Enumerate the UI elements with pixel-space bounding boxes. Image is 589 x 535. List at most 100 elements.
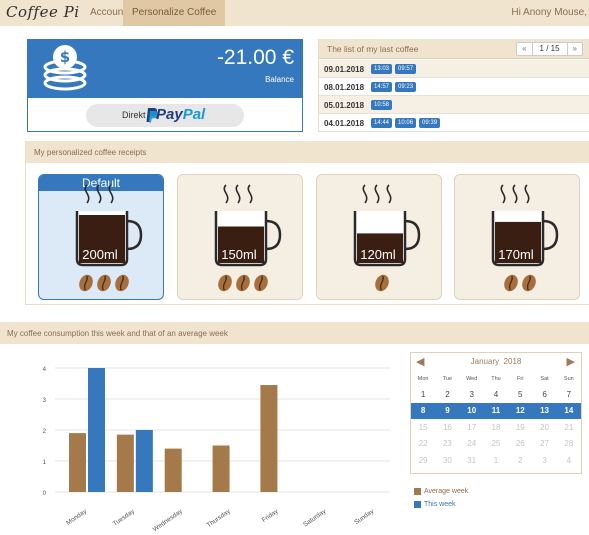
calendar-day[interactable]: 26 (508, 439, 532, 448)
chart-y-tick: 1 (43, 460, 47, 466)
calendar-day[interactable]: 4 (557, 456, 581, 465)
chart-y-tick: 0 (43, 491, 47, 497)
calendar-day[interactable]: 9 (435, 406, 459, 415)
coffee-list-row: 04.01.2018 14:44 10:06 09:39 (319, 114, 589, 132)
calendar-header: ◀ January 2018 ▶ (411, 353, 581, 370)
calendar-day[interactable]: 15 (411, 423, 435, 432)
coffee-times: 14:57 09:23 (371, 82, 417, 92)
calendar-day[interactable]: 24 (460, 439, 484, 448)
calendar-day[interactable]: 21 (557, 423, 581, 432)
coffee-bean-icon (375, 274, 389, 292)
calendar-day[interactable]: 23 (435, 439, 459, 448)
time-badge: 13:03 (371, 64, 393, 74)
chart-x-tick: Saturday (302, 507, 328, 528)
legend-this-week: This week (414, 501, 468, 508)
chart-x-tick: Tuesday (112, 507, 137, 527)
calendar-day[interactable]: 13 (532, 406, 556, 415)
calendar-week[interactable]: 1234567 (411, 386, 581, 403)
time-badge: 09:23 (395, 82, 417, 92)
calendar-day[interactable]: 14 (557, 406, 581, 415)
calendar-day[interactable]: 7 (557, 390, 581, 399)
chart-x-tick: Thursday (205, 507, 232, 529)
time-badge: 09:39 (419, 118, 441, 128)
calendar-next-icon[interactable]: ▶ (567, 355, 575, 368)
calendar-day[interactable]: 10 (460, 406, 484, 415)
calendar-day[interactable]: 19 (508, 423, 532, 432)
calendar-day[interactable]: 22 (411, 439, 435, 448)
calendar-weekday: Fri (517, 376, 524, 382)
coffee-times: 13:03 09:57 (371, 64, 417, 74)
chart-bar (69, 433, 86, 492)
chart-bar (135, 430, 153, 492)
calendar-week[interactable]: 29 30 31 1 2 3 4 (411, 452, 581, 469)
coffee-receipt-card[interactable]: Default 200ml (38, 174, 164, 300)
calendar-day[interactable]: 25 (484, 439, 508, 448)
calendar-day[interactable]: 27 (532, 439, 556, 448)
legend-average-swatch (414, 488, 421, 495)
calendar-day[interactable]: 29 (411, 456, 435, 465)
coffee-times: 10:58 (371, 100, 393, 110)
user-greeting[interactable]: Hi Anony Mouse, (503, 0, 589, 26)
calendar-weekday-row: Mon Tue Wed Thu Fri Sat Sun (411, 372, 581, 386)
calendar-grid: Mon Tue Wed Thu Fri Sat Sun 1 2 3 4 5 6 7 8 9 10 11 12 13 14… (411, 372, 581, 469)
coffee-date: 04.01.2018 (324, 119, 365, 128)
calendar-day[interactable]: 1 (484, 456, 508, 465)
cup-size-label: 170ml (498, 247, 534, 262)
legend-week-label: This week (424, 501, 456, 508)
chart-y-tick: 4 (43, 367, 47, 373)
balance-amount: -21.00 € (216, 46, 294, 69)
calendar-day[interactable]: 3 (532, 456, 556, 465)
calendar-day[interactable]: 5 (508, 390, 532, 399)
calendar-weekday: Thu (491, 376, 501, 382)
consumption-title: My coffee consumption this week and that… (7, 329, 228, 338)
chart-x-tick: Monday (65, 507, 89, 526)
calendar-week[interactable]: 22 23 24 25 26 27 28 (411, 436, 581, 453)
calendar-day[interactable]: 6 (532, 390, 556, 399)
coffee-receipt-card[interactable]: 170ml (454, 174, 580, 300)
calendar-day[interactable]: 20 (532, 423, 556, 432)
coffee-bean-icon (522, 274, 536, 292)
calendar-day[interactable]: 17 (460, 423, 484, 432)
nav-personalize-coffee-link[interactable]: Personalize Coffee (123, 0, 226, 26)
coffee-receipt-card[interactable]: 150ml (177, 174, 303, 300)
chart-bar (88, 368, 105, 492)
calendar-weekday: Sun (563, 376, 574, 382)
calendar-week[interactable]: 15 16 17 18 19 20 21 (411, 419, 581, 436)
pager-page-indicator: 1 / 15 (531, 43, 568, 55)
coffee-list-row: 08.01.2018 14:57 09:23 (319, 78, 589, 96)
calendar-day[interactable]: 16 (435, 423, 459, 432)
chart-x-tick: Wednesday (152, 507, 185, 533)
paypal-button[interactable]: Direkt zu PayPal (86, 104, 244, 127)
calendar-day[interactable]: 28 (557, 439, 581, 448)
coffee-list-header: The list of my last coffee « 1 / 15 » (319, 39, 589, 59)
receipts-title: My personalized coffee receipts (34, 148, 147, 157)
calendar-day[interactable]: 12 (508, 406, 532, 415)
calendar-day[interactable]: 2 (508, 456, 532, 465)
pager-next-button[interactable]: » (568, 43, 582, 55)
coffee-list-panel: The list of my last coffee « 1 / 15 » 09… (318, 39, 589, 132)
coffee-list-pager: « 1 / 15 » (516, 42, 583, 56)
calendar-day[interactable]: 8 (411, 406, 435, 415)
calendar-day[interactable]: 11 (484, 406, 508, 415)
pager-prev-button[interactable]: « (517, 43, 531, 55)
coffee-strength-beans (374, 274, 390, 292)
calendar-day[interactable]: 2 (435, 390, 459, 399)
coffee-strength-beans (78, 274, 130, 292)
svg-text:$: $ (60, 48, 70, 66)
calendar-day[interactable]: 3 (460, 390, 484, 399)
brand-logo[interactable]: Coffee Pi (6, 3, 80, 21)
coffee-strength-beans (217, 274, 269, 292)
chart-bar (164, 448, 182, 492)
coffee-bean-icon (115, 274, 129, 292)
balance-header: $ -21.00 € Balance (28, 40, 302, 98)
calendar-current-week[interactable]: 8 9 10 11 12 13 14 (411, 402, 581, 419)
calendar-day[interactable]: 1 (411, 390, 435, 399)
calendar-day[interactable]: 31 (460, 456, 484, 465)
calendar-weekday: Mon (417, 376, 429, 382)
calendar-day[interactable]: 30 (435, 456, 459, 465)
calendar-day[interactable]: 4 (484, 390, 508, 399)
coffee-receipt-card[interactable]: 120ml (316, 174, 442, 300)
legend-average-week: Average week (414, 488, 468, 495)
time-badge: 10:06 (395, 118, 417, 128)
calendar-day[interactable]: 18 (484, 423, 508, 432)
